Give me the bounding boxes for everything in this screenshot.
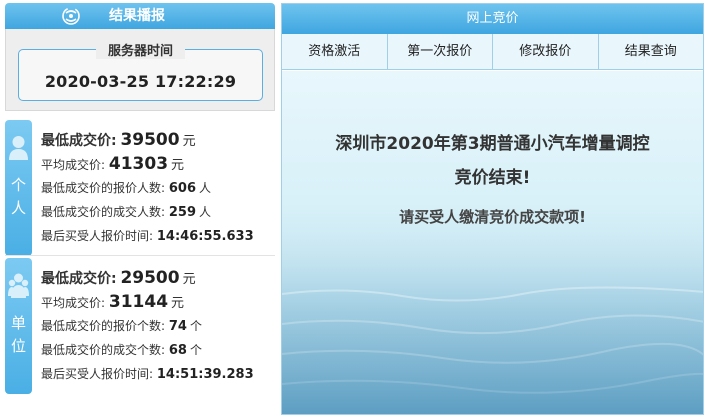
result-broadcast-panel: 结果播报 服务器时间 2020-03-25 17:22:29 个 人 最低成交价… bbox=[0, 0, 276, 419]
personal-lowest-price-unit: 元 bbox=[182, 134, 196, 149]
personal-avg-price-value: 41303 bbox=[108, 154, 169, 174]
bidding-tab-bar: 资格激活 第一次报价 修改报价 结果查询 bbox=[282, 34, 703, 70]
personal-bidders-unit: 人 bbox=[199, 181, 212, 195]
payment-reminder: 请买受人缴清竞价成交款项! bbox=[399, 208, 586, 226]
personal-deals-label: 最低成交价的成交人数: bbox=[41, 205, 166, 219]
unit-bidders-label: 最低成交价的报价个数: bbox=[41, 319, 166, 333]
personal-avg-price-label: 平均成交价: bbox=[41, 158, 106, 172]
personal-lowest-price-value: 39500 bbox=[120, 130, 180, 150]
server-time-label: 服务器时间 bbox=[95, 44, 185, 59]
personal-last-bid-value: 14:46:55.633 bbox=[156, 229, 254, 244]
unit-deals-unit: 个 bbox=[189, 343, 202, 357]
sea-background-image bbox=[282, 224, 703, 414]
unit-bidders-value: 74 bbox=[168, 319, 187, 334]
personal-results: 个 人 最低成交价: 39500 元 平均成交价: 41303 元 最低成交价的报价… bbox=[5, 120, 275, 256]
refresh-swirl-icon bbox=[62, 7, 80, 25]
personal-deals-row: 最低成交价的成交人数: 259 人 bbox=[41, 200, 275, 224]
unit-deals-label: 最低成交价的成交个数: bbox=[41, 343, 166, 357]
online-bidding-panel: 网上竞价 资格激活 第一次报价 修改报价 结果查询 深圳市2020年第3期普通小… bbox=[281, 3, 704, 415]
unit-info: 最低成交价: 29500 元 平均成交价: 31144 元 最低成交价的报价个数: … bbox=[41, 266, 275, 386]
result-broadcast-header: 结果播报 bbox=[5, 3, 275, 29]
personal-lowest-price-label: 最低成交价: bbox=[41, 133, 117, 149]
bidding-end-line1: 深圳市2020年第3期普通小汽车增量调控 bbox=[335, 134, 650, 154]
unit-results: 单 位 最低成交价: 29500 元 平均成交价: 31144 元 最低成交价的报价… bbox=[5, 258, 275, 394]
server-time-value: 2020-03-25 17:22:29 bbox=[44, 72, 237, 91]
personal-tab: 个 人 bbox=[5, 120, 32, 256]
tab-qualification-activation[interactable]: 资格激活 bbox=[282, 34, 388, 69]
unit-tab-label: 单 位 bbox=[10, 314, 26, 355]
unit-deals-row: 最低成交价的成交个数: 68 个 bbox=[41, 338, 275, 362]
bidding-content: 深圳市2020年第3期普通小汽车增量调控 竞价结束! 请买受人缴清竞价成交款项! bbox=[282, 71, 703, 414]
unit-avg-price-unit: 元 bbox=[171, 296, 185, 311]
unit-last-bid-label: 最后买受人报价时间: bbox=[41, 367, 154, 381]
person-icon bbox=[9, 136, 28, 160]
personal-last-bid-row: 最后买受人报价时间: 14:46:55.633 bbox=[41, 224, 275, 248]
result-broadcast-title: 结果播报 bbox=[109, 8, 165, 24]
personal-avg-price-row: 平均成交价: 41303 元 bbox=[41, 152, 275, 176]
unit-last-bid-value: 14:51:39.283 bbox=[156, 367, 254, 382]
personal-last-bid-label: 最后买受人报价时间: bbox=[41, 229, 154, 243]
unit-bidders-unit: 个 bbox=[189, 319, 202, 333]
personal-avg-price-unit: 元 bbox=[171, 158, 185, 173]
tab-result-query[interactable]: 结果查询 bbox=[599, 34, 704, 69]
unit-avg-price-row: 平均成交价: 31144 元 bbox=[41, 290, 275, 314]
personal-bidders-row: 最低成交价的报价人数: 606 人 bbox=[41, 176, 275, 200]
group-icon bbox=[8, 273, 29, 298]
category-divider bbox=[5, 255, 275, 256]
unit-lowest-price-unit: 元 bbox=[182, 272, 196, 287]
unit-bidders-row: 最低成交价的报价个数: 74 个 bbox=[41, 314, 275, 338]
personal-bidders-value: 606 bbox=[168, 181, 197, 196]
unit-tab: 单 位 bbox=[5, 258, 32, 394]
personal-deals-value: 259 bbox=[168, 205, 197, 220]
tab-modify-bid[interactable]: 修改报价 bbox=[493, 34, 599, 69]
personal-info: 最低成交价: 39500 元 平均成交价: 41303 元 最低成交价的报价人数: … bbox=[41, 128, 275, 248]
bidding-end-message: 深圳市2020年第3期普通小汽车增量调控 竞价结束! bbox=[282, 127, 703, 195]
unit-lowest-price-value: 29500 bbox=[120, 268, 180, 288]
unit-avg-price-value: 31144 bbox=[108, 292, 169, 312]
unit-avg-price-label: 平均成交价: bbox=[41, 296, 106, 310]
personal-deals-unit: 人 bbox=[199, 205, 212, 219]
unit-lowest-price-row: 最低成交价: 29500 元 bbox=[41, 266, 275, 290]
server-time-frame: 服务器时间 2020-03-25 17:22:29 bbox=[18, 44, 263, 101]
personal-lowest-price-row: 最低成交价: 39500 元 bbox=[41, 128, 275, 152]
server-time-box: 服务器时间 2020-03-25 17:22:29 bbox=[5, 29, 275, 111]
personal-bidders-label: 最低成交价的报价人数: bbox=[41, 181, 166, 195]
tab-first-bid[interactable]: 第一次报价 bbox=[388, 34, 493, 69]
unit-deals-value: 68 bbox=[168, 343, 187, 358]
online-bidding-header: 网上竞价 bbox=[282, 4, 703, 34]
unit-last-bid-row: 最后买受人报价时间: 14:51:39.283 bbox=[41, 362, 275, 386]
bidding-end-line2: 竞价结束! bbox=[454, 168, 531, 188]
personal-tab-label: 个 人 bbox=[10, 176, 26, 217]
unit-lowest-price-label: 最低成交价: bbox=[41, 271, 117, 287]
